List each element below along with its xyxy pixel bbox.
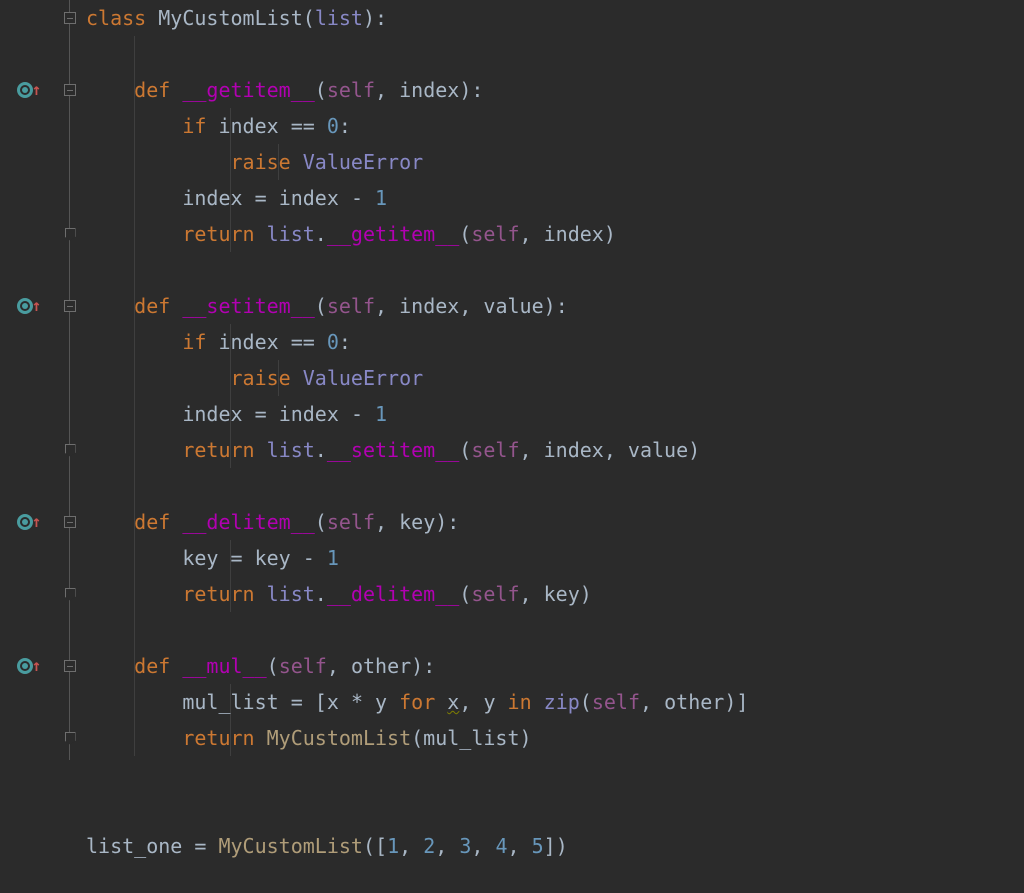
fold-toggle[interactable]: [58, 648, 82, 684]
code-line[interactable]: def __mul__(self, other):: [86, 648, 1024, 684]
code-line[interactable]: key = key - 1: [86, 540, 1024, 576]
builtin: list: [315, 6, 363, 30]
fold-end[interactable]: [58, 720, 82, 756]
method-name: __mul__: [182, 654, 266, 678]
code-line[interactable]: def __delitem__(self, key):: [86, 504, 1024, 540]
code-line[interactable]: if index == 0:: [86, 324, 1024, 360]
code-line[interactable]: [86, 792, 1024, 828]
fold-toggle[interactable]: [58, 0, 82, 36]
fold-toggle[interactable]: [58, 72, 82, 108]
code-line[interactable]: [86, 252, 1024, 288]
override-marker[interactable]: ↑: [0, 288, 58, 324]
code-editor[interactable]: ↑ ↑ ↑ ↑ class MyCustomList(list):: [0, 0, 1024, 893]
method-name: __delitem__: [182, 510, 314, 534]
fold-toggle[interactable]: [58, 504, 82, 540]
fold-end[interactable]: [58, 576, 82, 612]
code-line[interactable]: raise ValueError: [86, 144, 1024, 180]
code-line[interactable]: def __setitem__(self, index, value):: [86, 288, 1024, 324]
warning-underline: x: [447, 690, 459, 714]
code-line[interactable]: index = index - 1: [86, 180, 1024, 216]
code-area[interactable]: class MyCustomList(list): def __getitem_…: [82, 0, 1024, 893]
class-name: MyCustomList: [158, 6, 303, 30]
code-line[interactable]: [86, 468, 1024, 504]
code-line[interactable]: list_one = MyCustomList([1, 2, 3, 4, 5]): [86, 828, 1024, 864]
keyword: class: [86, 6, 146, 30]
override-marker[interactable]: ↑: [0, 72, 58, 108]
code-line[interactable]: if index == 0:: [86, 108, 1024, 144]
override-marker[interactable]: ↑: [0, 648, 58, 684]
code-line[interactable]: [86, 756, 1024, 792]
code-line[interactable]: return list.__setitem__(self, index, val…: [86, 432, 1024, 468]
fold-end[interactable]: [58, 432, 82, 468]
code-line[interactable]: [86, 612, 1024, 648]
code-line[interactable]: index = index - 1: [86, 396, 1024, 432]
code-line[interactable]: return list.__getitem__(self, index): [86, 216, 1024, 252]
override-marker[interactable]: ↑: [0, 504, 58, 540]
code-line[interactable]: mul_list = [x * y for x, y in zip(self, …: [86, 684, 1024, 720]
code-line[interactable]: def __getitem__(self, index):: [86, 72, 1024, 108]
code-line[interactable]: return MyCustomList(mul_list): [86, 720, 1024, 756]
code-line[interactable]: [86, 36, 1024, 72]
fold-toggle[interactable]: [58, 288, 82, 324]
method-name: __setitem__: [182, 294, 314, 318]
gutter: ↑ ↑ ↑ ↑: [0, 0, 58, 893]
method-name: __getitem__: [182, 78, 314, 102]
code-line[interactable]: raise ValueError: [86, 360, 1024, 396]
fold-end[interactable]: [58, 216, 82, 252]
fold-column: [58, 0, 82, 893]
code-line[interactable]: return list.__delitem__(self, key): [86, 576, 1024, 612]
code-line[interactable]: class MyCustomList(list):: [86, 0, 1024, 36]
